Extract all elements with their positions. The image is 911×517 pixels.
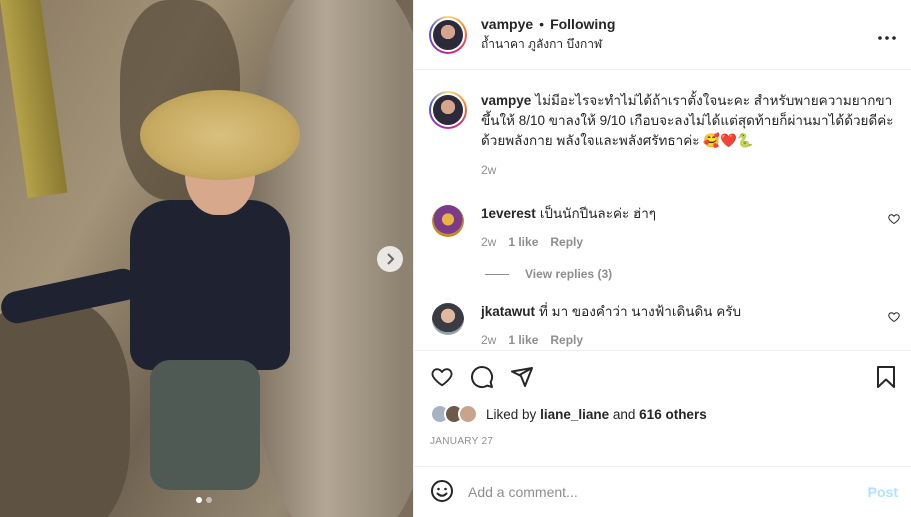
avatar[interactable] (429, 15, 467, 54)
separator-dot: • (539, 15, 545, 32)
reply-button[interactable]: Reply (550, 333, 583, 347)
carousel-dot (206, 497, 212, 503)
post-comment-button[interactable]: Post (868, 484, 898, 500)
comment-item: jkatawut ที่ มา ของคำว่า นางฟ้าเดินดิน คร… (414, 303, 911, 347)
comment-likes[interactable]: 1 like (508, 333, 538, 347)
commenter-avatar[interactable] (432, 303, 464, 335)
bookmark-icon (877, 365, 895, 388)
replies-line (485, 273, 509, 275)
climber-arm (0, 265, 142, 327)
chevron-right-icon (387, 253, 395, 265)
comment-input[interactable] (468, 484, 868, 500)
liker-avatar[interactable] (458, 404, 478, 424)
climber-body (130, 200, 290, 370)
straw-hat (140, 90, 300, 180)
comment-username[interactable]: jkatawut (481, 304, 535, 319)
post-date[interactable]: JANUARY 27 (430, 436, 896, 447)
comment-text: เป็นนักปีนละค่ะ ฮ่าๆ (539, 206, 657, 221)
username-link[interactable]: vampye (481, 16, 533, 32)
view-replies-button[interactable]: View replies (3) (485, 267, 911, 281)
like-button[interactable] (430, 366, 454, 391)
more-options-button[interactable] (878, 24, 896, 45)
emoji-button[interactable] (430, 479, 454, 506)
more-horizontal-icon (878, 36, 896, 40)
heart-icon[interactable] (888, 311, 900, 323)
post-photo[interactable] (0, 0, 413, 517)
carousel-dot-active (196, 497, 202, 503)
likes-joiner: and (612, 406, 636, 422)
caption-text: ไม่มีอะไรจะทำไม่ได้ถ้าเราตั้งใจนะคะ สำหร… (481, 93, 894, 148)
share-icon (511, 366, 533, 387)
caption: vampye ไม่มีอะไรจะทำไม่ได้ถ้าเราตั้งใจนะค… (414, 71, 911, 177)
heart-icon (431, 367, 453, 386)
likes-others[interactable]: 616 others (639, 407, 707, 422)
likes-summary: Liked by liane_liane and 616 others (430, 404, 896, 424)
share-button[interactable] (510, 365, 534, 392)
caption-age: 2w (481, 163, 497, 177)
commenter-avatar[interactable] (432, 205, 464, 237)
bamboo-pole (0, 0, 68, 199)
climber-pants (150, 360, 260, 490)
post-actions: Liked by liane_liane and 616 others JANU… (414, 350, 911, 466)
comment-button[interactable] (470, 365, 494, 392)
carousel-dots (196, 497, 212, 503)
comments-list[interactable]: vampye ไม่มีอะไรจะทำไม่ได้ถ้าเราตั้งใจนะค… (414, 71, 911, 350)
add-comment-bar: Post (414, 466, 911, 517)
comment-age: 2w (481, 235, 497, 249)
comment-age: 2w (481, 333, 497, 347)
post-details-pane: vampye • Following ถ้ำนาคา ภูลังกา บึงกาฬ … (413, 0, 911, 517)
caption-username[interactable]: vampye (481, 93, 531, 108)
heart-icon[interactable] (888, 213, 900, 225)
view-replies-label: View replies (3) (525, 267, 613, 281)
comment-item: 1everest เป็นนักปีนละค่ะ ฮ่าๆ 2w 1 like R… (414, 205, 911, 249)
comment-likes[interactable]: 1 like (508, 235, 538, 249)
caption-avatar[interactable] (429, 91, 467, 129)
post-header: vampye • Following ถ้ำนาคา ภูลังกา บึงกาฬ (414, 0, 911, 70)
comment-username[interactable]: 1everest (481, 206, 536, 221)
comment-icon (471, 365, 494, 388)
save-button[interactable] (876, 365, 896, 392)
climber-figure (0, 90, 300, 490)
comment-text: ที่ มา ของคำว่า นางฟ้าเดินดิน ครับ (539, 304, 742, 319)
emoji-icon (431, 479, 453, 502)
liker-avatars (430, 404, 478, 424)
following-button[interactable]: Following (550, 16, 615, 32)
location-link[interactable]: ถ้ำนาคา ภูลังกา บึงกาฬ (481, 35, 615, 54)
liked-by-label: Liked by (486, 406, 537, 422)
next-photo-button[interactable] (377, 246, 403, 272)
reply-button[interactable]: Reply (550, 235, 583, 249)
liker-username[interactable]: liane_liane (540, 407, 609, 422)
